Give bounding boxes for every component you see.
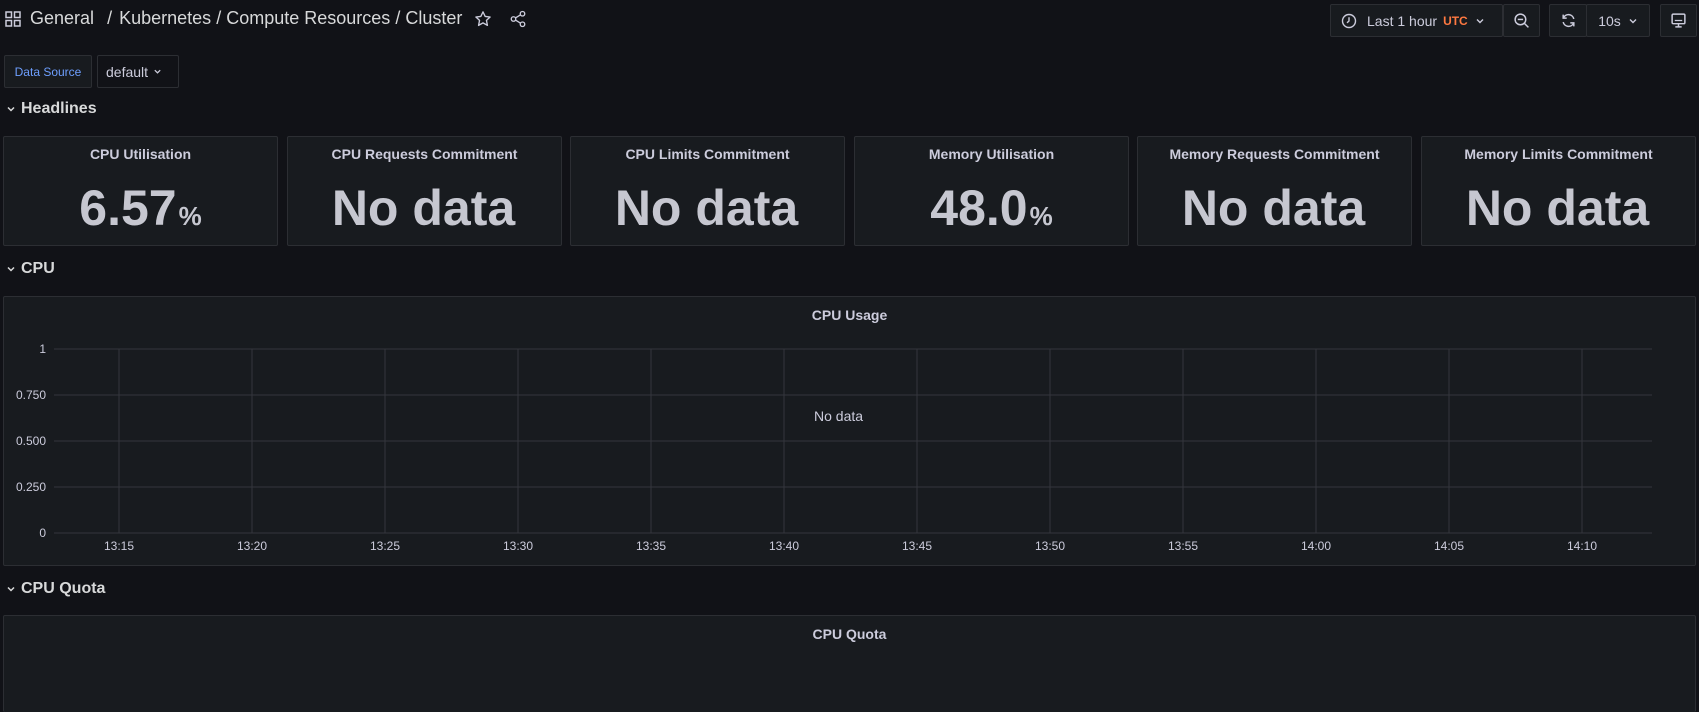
row-headlines[interactable]: Headlines bbox=[6, 100, 97, 118]
x-tick-label: 14:05 bbox=[1434, 539, 1464, 553]
breadcrumb-separator: / bbox=[107, 8, 113, 28]
stat-panel-cpu-limits-commitment[interactable]: CPU Limits Commitment No data bbox=[570, 136, 845, 246]
stat-number: No data bbox=[1181, 180, 1366, 236]
x-tick-label: 13:30 bbox=[503, 539, 533, 553]
stat-value: No data bbox=[571, 179, 844, 237]
row-title-text: Headlines bbox=[21, 100, 97, 117]
time-range-picker[interactable]: Last 1 hour UTC bbox=[1330, 4, 1503, 37]
share-icon[interactable] bbox=[509, 10, 527, 28]
star-icon[interactable] bbox=[474, 10, 492, 28]
x-tick-label: 13:35 bbox=[636, 539, 666, 553]
breadcrumb-dashboard-part[interactable]: Compute Resources bbox=[226, 8, 390, 28]
stat-value: No data bbox=[288, 179, 561, 237]
stat-value: No data bbox=[1138, 179, 1411, 237]
row-cpu-quota[interactable]: CPU Quota bbox=[6, 580, 105, 598]
chevron-down-icon bbox=[1476, 18, 1484, 23]
y-tick-label: 1 bbox=[39, 342, 46, 356]
zoom-out-button[interactable] bbox=[1503, 4, 1540, 37]
row-title-text: CPU Quota bbox=[21, 580, 106, 597]
x-tick-label: 13:15 bbox=[104, 539, 134, 553]
apps-icon[interactable] bbox=[5, 11, 21, 27]
panel-cpu-quota[interactable]: CPU Quota bbox=[3, 615, 1696, 712]
panel-title: Memory Requests Commitment bbox=[1169, 146, 1380, 162]
stat-panel-memory-utilisation[interactable]: Memory Utilisation 48.0% bbox=[854, 136, 1129, 246]
panel-title: Memory Limits Commitment bbox=[1464, 146, 1653, 162]
breadcrumb-dashboard-part[interactable]: Kubernetes bbox=[119, 8, 211, 28]
y-tick-label: 0.500 bbox=[16, 434, 46, 448]
stat-number: No data bbox=[614, 180, 799, 236]
x-tick-label: 13:50 bbox=[1035, 539, 1065, 553]
stat-panel-cpu-utilisation[interactable]: CPU Utilisation 6.57% bbox=[3, 136, 278, 246]
breadcrumb: General / Kubernetes / Compute Resources… bbox=[30, 8, 462, 29]
breadcrumb-dashboard-part[interactable]: Cluster bbox=[405, 8, 462, 28]
panel-title: Memory Utilisation bbox=[928, 146, 1055, 162]
x-tick-label: 14:00 bbox=[1301, 539, 1331, 553]
panel-title: CPU Requests Commitment bbox=[331, 146, 518, 162]
stat-panel-memory-limits-commitment[interactable]: Memory Limits Commitment No data bbox=[1421, 136, 1696, 246]
chevron-down-icon bbox=[154, 69, 161, 74]
breadcrumb-folder[interactable]: General bbox=[30, 8, 94, 28]
zoom-out-icon bbox=[1514, 13, 1529, 28]
panel-title: CPU Quota bbox=[812, 626, 887, 642]
chevron-down-icon bbox=[1629, 18, 1637, 23]
tv-mode-button[interactable] bbox=[1660, 4, 1697, 37]
stat-value: 6.57% bbox=[4, 179, 277, 237]
breadcrumb-separator: / bbox=[216, 8, 222, 28]
tv-monitor-icon bbox=[1671, 13, 1686, 28]
panel-title: CPU Limits Commitment bbox=[625, 146, 790, 162]
row-cpu[interactable]: CPU bbox=[6, 260, 55, 278]
chevron-down-icon bbox=[7, 106, 15, 112]
no-data-message: No data bbox=[814, 408, 864, 424]
clock-icon bbox=[1341, 13, 1357, 28]
stat-value: 48.0% bbox=[855, 179, 1128, 237]
stat-panel-cpu-requests-commitment[interactable]: CPU Requests Commitment No data bbox=[287, 136, 562, 246]
refresh-button[interactable] bbox=[1549, 4, 1587, 37]
chevron-down-icon bbox=[7, 266, 15, 272]
stat-value: No data bbox=[1422, 179, 1695, 237]
x-tick-label: 14:10 bbox=[1567, 539, 1597, 553]
stat-number: No data bbox=[331, 180, 516, 236]
refresh-icon bbox=[1561, 13, 1575, 28]
refresh-interval-picker[interactable]: 10s bbox=[1586, 4, 1650, 37]
cpu-usage-chart[interactable]: 0 0.250 0.500 0.750 1 13:15 13:20 13:25 13:30 13:… bbox=[4, 297, 1695, 565]
x-tick-label: 13:45 bbox=[902, 539, 932, 553]
datasource-value: default bbox=[106, 63, 149, 80]
x-tick-label: 13:20 bbox=[237, 539, 267, 553]
time-range-label: Last 1 hour bbox=[1367, 12, 1438, 29]
x-tick-label: 13:25 bbox=[370, 539, 400, 553]
stat-unit: % bbox=[1029, 201, 1053, 231]
y-tick-label: 0 bbox=[39, 526, 46, 540]
stat-number: 6.57 bbox=[79, 180, 177, 236]
datasource-select[interactable]: default bbox=[97, 55, 179, 88]
variable-label-datasource: Data Source bbox=[4, 55, 92, 88]
stat-number: No data bbox=[1465, 180, 1650, 236]
stat-number: 48.0 bbox=[930, 180, 1028, 236]
stat-panel-memory-requests-commitment[interactable]: Memory Requests Commitment No data bbox=[1137, 136, 1412, 246]
y-tick-label: 0.750 bbox=[16, 388, 46, 402]
refresh-interval-label: 10s bbox=[1598, 12, 1621, 29]
row-title-text: CPU bbox=[21, 260, 55, 277]
breadcrumb-separator: / bbox=[395, 8, 401, 28]
panel-title: CPU Utilisation bbox=[89, 146, 192, 162]
timezone-label: UTC bbox=[1443, 13, 1468, 28]
stat-unit: % bbox=[178, 201, 202, 231]
x-tick-label: 13:55 bbox=[1168, 539, 1198, 553]
dashboard-toolbar: General / Kubernetes / Compute Resources… bbox=[0, 0, 1699, 40]
panel-cpu-usage[interactable]: CPU Usage 0 0.250 0.500 0.750 1 13:15 13:20 13:… bbox=[3, 296, 1696, 566]
x-tick-label: 13:40 bbox=[769, 539, 799, 553]
y-tick-label: 0.250 bbox=[16, 480, 46, 494]
chevron-down-icon bbox=[7, 586, 15, 592]
